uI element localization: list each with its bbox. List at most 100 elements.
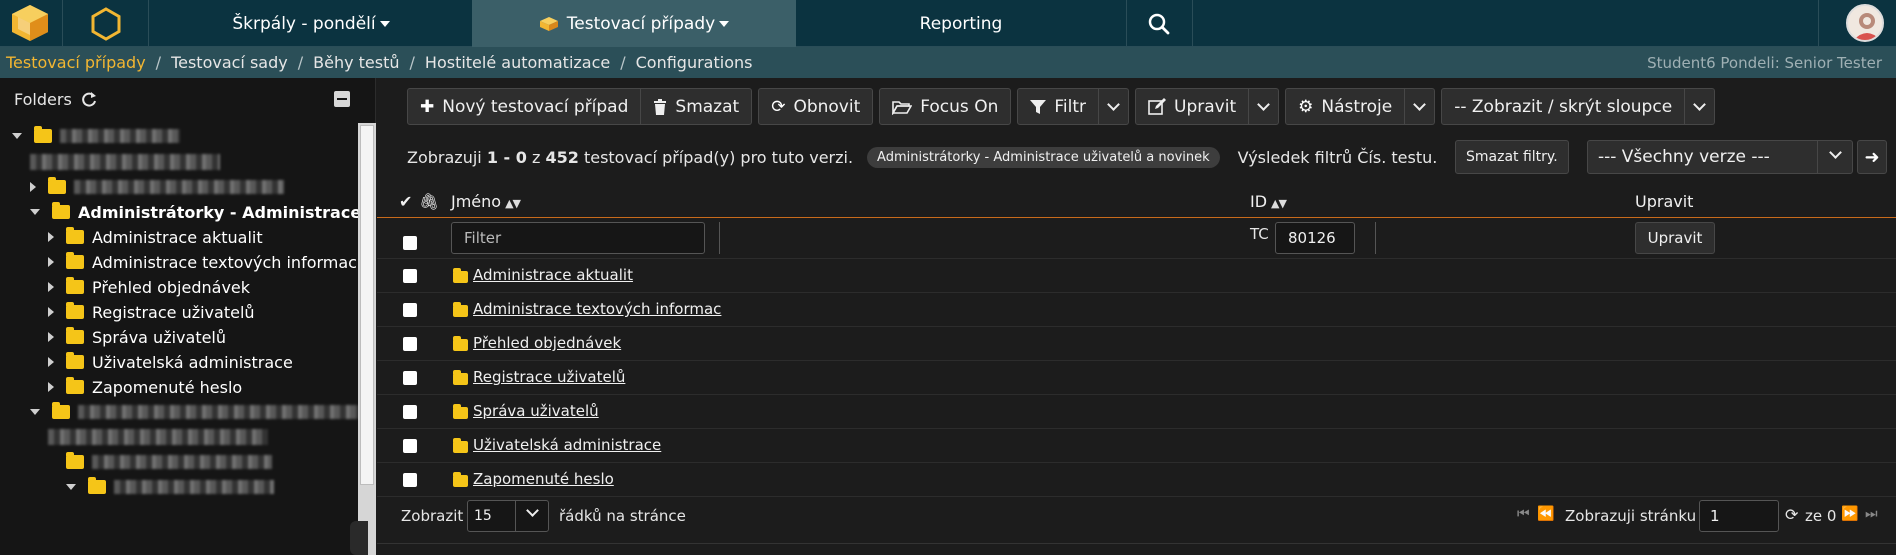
tree-item-obscured[interactable] (66, 474, 274, 500)
id-filter-input[interactable]: 80126 (1275, 222, 1355, 254)
next-page-icon[interactable]: ⏩ (1841, 506, 1858, 522)
row-checkbox[interactable] (403, 405, 417, 419)
tree-item-label: Uživatelská administrace (92, 352, 293, 372)
column-name-header[interactable]: Jméno ▲▼ (451, 192, 521, 211)
table-row[interactable]: Přehled objednávek (377, 327, 1896, 361)
tree-item-admin-root[interactable]: Administrátorky - Administrace uživ (30, 199, 358, 225)
table-row[interactable]: Administrace aktualit (377, 259, 1896, 293)
columns-dropdown-button[interactable] (1685, 88, 1716, 125)
table-row[interactable]: Administrace textových informac (377, 293, 1896, 327)
expanded-arrow-icon (12, 133, 22, 139)
obscured-label (78, 405, 358, 419)
scrollbar-thumb[interactable] (360, 125, 374, 485)
tree-item[interactable]: Zapomenuté heslo (48, 374, 242, 400)
nav-reporting[interactable]: Reporting (796, 0, 1126, 47)
row-checkbox[interactable] (403, 371, 417, 385)
user-avatar[interactable] (1846, 4, 1884, 42)
breadcrumb-testcases[interactable]: Testovací případy (0, 53, 156, 72)
delete-button[interactable]: Smazat (641, 88, 753, 125)
row-name-link[interactable]: Správa uživatelů (473, 402, 599, 420)
collapsed-arrow-icon (48, 282, 54, 292)
edit-dropdown-button[interactable] (1249, 88, 1280, 125)
check-all-icon[interactable]: ✔ (399, 192, 412, 211)
filter-row: Filter TC 80126 Upravit (377, 219, 1896, 259)
table-row[interactable]: Správa uživatelů (377, 395, 1896, 429)
select-all-checkbox[interactable] (403, 236, 417, 250)
row-name-link[interactable]: Administrace aktualit (473, 266, 633, 284)
row-checkbox[interactable] (403, 439, 417, 453)
info-suffix: testovací případ(y) pro tuto verzi. (583, 147, 854, 167)
table-row[interactable]: Zapomenuté heslo (377, 463, 1896, 497)
folder-icon (453, 336, 468, 351)
tree-item-obscured[interactable] (66, 449, 272, 475)
table-row[interactable]: Uživatelská administrace (377, 429, 1896, 463)
filter-button[interactable]: Filtr (1017, 88, 1100, 125)
sidebar-scrollbar[interactable] (350, 123, 376, 555)
clear-filters-button[interactable]: Smazat filtry. (1455, 140, 1569, 174)
row-name-link[interactable]: Přehled objednávek (473, 334, 621, 352)
row-checkbox[interactable] (403, 337, 417, 351)
prev-page-icon[interactable]: ⏪ (1537, 506, 1554, 522)
filter-result-text: Výsledek filtrů Čís. testu. (1237, 147, 1438, 167)
row-checkbox[interactable] (403, 303, 417, 317)
tools-button[interactable]: ⚙ Nástroje (1285, 88, 1406, 125)
nav-project-dropdown[interactable]: Škrpály - pondělí (150, 0, 472, 47)
apply-version-button[interactable]: ➜ (1857, 140, 1887, 174)
tools-label: Nástroje (1321, 96, 1393, 117)
rows-per-page-select[interactable]: 15 (467, 500, 549, 532)
new-testcase-button[interactable]: ✚ Nový testovací případ (407, 88, 642, 125)
table-row[interactable]: Registrace uživatelů (377, 361, 1896, 395)
focus-on-label: Focus On (920, 96, 999, 117)
tree-item-obscured[interactable] (30, 174, 284, 200)
tree-item-obscured[interactable] (30, 149, 220, 175)
breadcrumb-testruns[interactable]: Běhy testů (303, 53, 409, 72)
obscured-label (114, 480, 274, 494)
nav-search[interactable] (1126, 0, 1192, 47)
app-logo-icon[interactable] (6, 3, 54, 43)
name-filter-input[interactable]: Filter (451, 222, 705, 254)
edit-button[interactable]: Upravit (1135, 88, 1250, 125)
first-page-icon[interactable]: ⏮ (1517, 506, 1530, 522)
row-name-link[interactable]: Registrace uživatelů (473, 368, 625, 386)
row-name-link[interactable]: Uživatelská administrace (473, 436, 661, 454)
folders-title: Folders (14, 89, 72, 109)
columns-group: -- Zobrazit / skrýt sloupce (1441, 88, 1716, 125)
sort-icon[interactable]: ▲▼ (505, 197, 521, 210)
tree-item[interactable]: Přehled objednávek (48, 274, 250, 300)
tree-item[interactable]: Administrace aktualit (48, 224, 263, 250)
version-select[interactable]: --- Všechny verze --- (1587, 140, 1853, 174)
sort-icon[interactable]: ▲▼ (1271, 197, 1287, 210)
last-page-icon[interactable]: ⏭ (1865, 506, 1878, 522)
tree-item[interactable]: Správa uživatelů (48, 324, 226, 350)
column-id-header[interactable]: ID ▲▼ (1250, 192, 1287, 211)
focus-on-button[interactable]: Focus On (879, 88, 1012, 125)
row-edit-button[interactable]: Upravit (1635, 222, 1715, 254)
refresh-button[interactable]: ⟳ Obnovit (758, 88, 874, 125)
row-checkbox[interactable] (403, 269, 417, 283)
columns-toggle-select[interactable]: -- Zobrazit / skrýt sloupce (1441, 88, 1686, 125)
hexagon-icon[interactable] (88, 6, 124, 42)
tree-item-obscured[interactable] (12, 123, 180, 149)
active-filter-pill[interactable]: Administrátorky - Administrace uživatelů… (867, 146, 1220, 168)
tools-dropdown-button[interactable] (1405, 88, 1436, 125)
tree-item[interactable]: Administrace textových informací (48, 249, 358, 275)
tree-item-obscured[interactable] (30, 399, 358, 425)
id-filter-value: 80126 (1288, 229, 1336, 247)
nav-testcases-dropdown[interactable]: Testovací případy (472, 0, 796, 47)
page-number-input[interactable]: 1 (1699, 500, 1779, 532)
collapse-panel-icon[interactable] (334, 91, 350, 107)
refresh-icon[interactable] (80, 90, 98, 108)
filter-dropdown-button[interactable] (1099, 88, 1130, 125)
row-name-link[interactable]: Administrace textových informac (473, 300, 721, 318)
row-name-link[interactable]: Zapomenuté heslo (473, 470, 614, 488)
breadcrumb-automation-hosts[interactable]: Hostitelé automatizace (415, 53, 620, 72)
tree-item-obscured[interactable] (48, 424, 268, 450)
tree-item[interactable]: Registrace uživatelů (48, 299, 255, 325)
folder-icon (453, 438, 468, 453)
sidebar-resize-handle[interactable] (350, 521, 368, 555)
breadcrumb-testsuites[interactable]: Testovací sady (161, 53, 298, 72)
row-checkbox[interactable] (403, 473, 417, 487)
breadcrumb-configurations[interactable]: Configurations (626, 53, 763, 72)
tree-item[interactable]: Uživatelská administrace (48, 349, 293, 375)
reload-icon[interactable]: ⟳ (1785, 505, 1798, 524)
